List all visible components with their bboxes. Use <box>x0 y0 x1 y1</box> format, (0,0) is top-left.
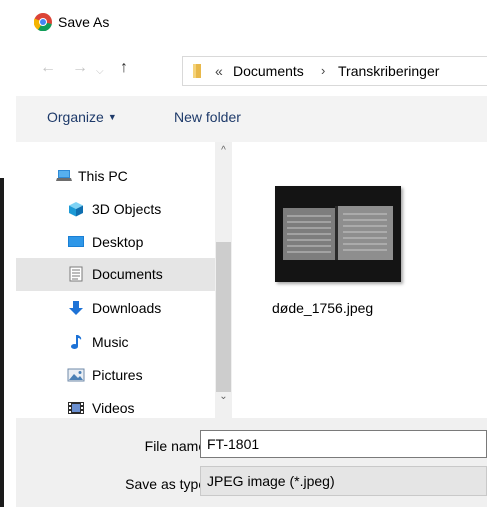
image-thumbnail <box>275 186 401 282</box>
sidebar-item-label: This PC <box>78 168 128 184</box>
breadcrumb-separator[interactable]: › <box>321 63 325 78</box>
scroll-thumb[interactable] <box>216 242 231 392</box>
sidebar-item-music[interactable]: Music <box>16 326 215 359</box>
sidebar-item-label: Videos <box>92 400 135 416</box>
document-icon <box>69 266 83 282</box>
chrome-icon <box>34 13 52 31</box>
file-name-value: FT-1801 <box>207 436 260 452</box>
left-edge <box>0 0 4 507</box>
navigation-bar: ← → ⌵ ↑ « Documents › Transkriberinger <box>16 46 487 92</box>
download-arrow-icon <box>69 301 83 315</box>
navigation-pane: This PC 3D Objects Desktop Documents Dow… <box>16 142 215 418</box>
breadcrumb-documents[interactable]: Documents <box>233 63 304 79</box>
file-list: døde_1756.jpeg <box>232 142 487 418</box>
sidebar-item-label: Desktop <box>92 234 144 250</box>
film-icon <box>68 402 84 414</box>
computer-icon <box>56 170 72 181</box>
picture-icon <box>67 368 85 382</box>
sidebar-item-label: Music <box>92 334 129 350</box>
up-button[interactable]: ↑ <box>120 58 128 78</box>
navigation-pane-scrollbar[interactable]: ^ ⌄ <box>215 142 232 418</box>
scroll-up-icon[interactable]: ^ <box>215 142 232 159</box>
scroll-down-icon[interactable]: ⌄ <box>215 388 232 405</box>
sidebar-item-pictures[interactable]: Pictures <box>16 359 215 392</box>
caret-down-icon: ▼ <box>107 112 117 122</box>
background-edge <box>0 178 4 507</box>
organize-button[interactable]: Organize ▼ <box>47 109 117 125</box>
back-button[interactable]: ← <box>40 58 56 78</box>
title-bar: Save As <box>16 0 487 46</box>
sidebar-item-videos[interactable]: Videos <box>16 392 215 418</box>
sidebar-item-label: Downloads <box>92 300 162 316</box>
command-bar: Organize ▼ New folder <box>16 96 487 142</box>
folder-icon <box>193 64 201 78</box>
breadcrumb-overflow[interactable]: « <box>215 63 223 79</box>
sidebar-item-label: Pictures <box>92 367 143 383</box>
file-name-input[interactable]: FT-1801 <box>200 430 487 458</box>
desktop-icon <box>68 236 84 247</box>
sidebar-item-label: 3D Objects <box>92 201 162 217</box>
sidebar-item-downloads[interactable]: Downloads <box>16 292 215 325</box>
cube-icon <box>69 202 83 217</box>
recent-locations-button[interactable]: ⌵ <box>96 62 104 82</box>
sidebar-item-3d-objects[interactable]: 3D Objects <box>16 193 215 226</box>
sidebar-item-documents[interactable]: Documents <box>16 258 215 291</box>
save-type-field-label: Save as type: <box>125 476 210 492</box>
sidebar-item-desktop[interactable]: Desktop <box>16 226 215 259</box>
sidebar-item-label: Documents <box>92 266 163 282</box>
save-type-value: JPEG image (*.jpeg) <box>207 473 335 489</box>
address-bar[interactable]: « Documents › Transkriberinger <box>182 56 487 86</box>
file-name-label: døde_1756.jpeg <box>272 300 374 316</box>
save-type-select[interactable]: JPEG image (*.jpeg) <box>200 466 487 496</box>
breadcrumb-transkriberinger[interactable]: Transkriberinger <box>338 63 439 79</box>
save-options-panel: File name: FT-1801 Save as type: JPEG im… <box>16 418 487 507</box>
forward-button[interactable]: → <box>72 58 88 78</box>
window-title: Save As <box>58 14 110 30</box>
new-folder-button[interactable]: New folder <box>174 109 241 125</box>
sidebar-item-this-pc[interactable]: This PC <box>16 160 215 193</box>
music-note-icon <box>71 335 82 349</box>
